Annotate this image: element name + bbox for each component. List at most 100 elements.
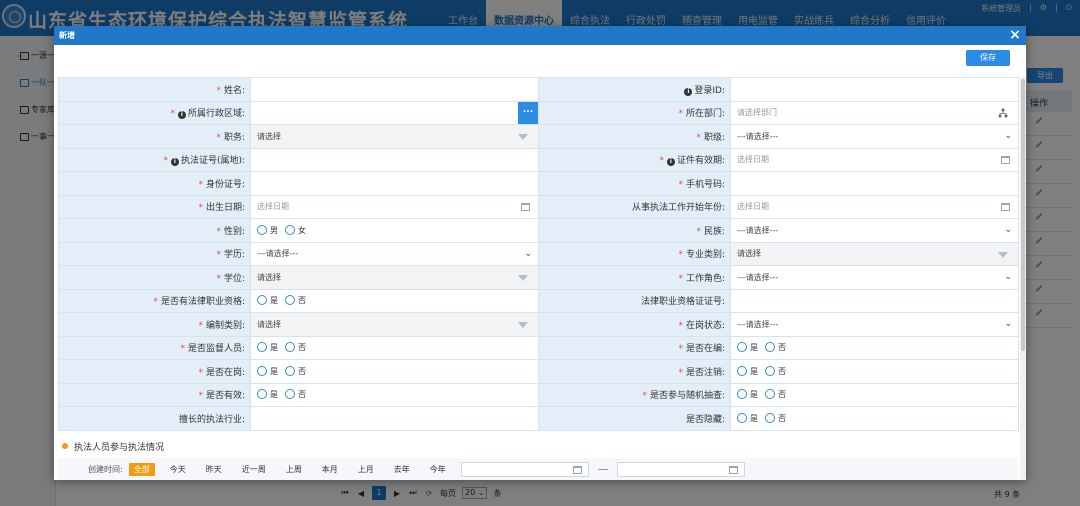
radio-option[interactable]: 女 xyxy=(285,224,306,236)
radio-option[interactable]: 是 xyxy=(737,365,758,377)
select-field[interactable]: 请选择 xyxy=(730,241,1019,266)
text-field[interactable] xyxy=(250,171,539,196)
radio-circle-icon[interactable] xyxy=(765,365,775,376)
radio-circle-icon[interactable] xyxy=(257,365,267,376)
end-date-input[interactable] xyxy=(616,461,745,477)
radio-circle-icon[interactable] xyxy=(737,342,747,353)
filter-chip[interactable]: 本月 xyxy=(317,463,343,476)
org-tree-icon[interactable] xyxy=(998,108,1008,118)
radio-option[interactable]: 是 xyxy=(737,412,758,424)
info-icon[interactable]: i xyxy=(170,158,179,167)
chevron-down-icon[interactable]: ⌄ xyxy=(1004,319,1012,329)
calendar-icon[interactable] xyxy=(521,202,530,211)
radio-circle-icon[interactable] xyxy=(285,342,295,353)
dropdown-triangle-icon[interactable] xyxy=(998,251,1008,258)
text-field[interactable] xyxy=(250,147,539,172)
save-button[interactable]: 保存 xyxy=(966,50,1010,66)
date-field[interactable]: 选择日期 xyxy=(730,194,1019,219)
radio-option[interactable]: 否 xyxy=(765,389,786,400)
filter-chip[interactable]: 上周 xyxy=(281,463,307,476)
dropdown-triangle-icon[interactable] xyxy=(518,134,528,140)
radio-circle-icon[interactable] xyxy=(285,365,295,376)
calendar-icon[interactable] xyxy=(728,465,738,474)
radio-circle-icon[interactable] xyxy=(257,342,267,353)
date-field[interactable]: 选择日期 xyxy=(730,147,1019,172)
dialog-scrollbar[interactable] xyxy=(1020,77,1026,480)
radio-circle-icon[interactable] xyxy=(765,412,775,423)
filter-chip[interactable]: 去年 xyxy=(389,463,415,476)
radio-circle-icon[interactable] xyxy=(765,389,775,400)
radio-circle-icon[interactable] xyxy=(737,412,747,423)
radio-option[interactable]: 否 xyxy=(285,342,306,353)
start-date-input[interactable] xyxy=(460,461,589,477)
radio-circle-icon[interactable] xyxy=(285,389,295,400)
radio-circle-icon[interactable] xyxy=(257,295,267,306)
select-field[interactable]: ---请选择--- ⌄ xyxy=(730,312,1019,337)
text-field[interactable] xyxy=(730,288,1019,313)
department-picker-field[interactable]: 请选择部门 xyxy=(730,100,1019,125)
calendar-icon[interactable] xyxy=(1001,202,1010,211)
radio-option[interactable]: 否 xyxy=(765,342,786,353)
required-marker: * xyxy=(678,344,683,355)
radio-option[interactable]: 是 xyxy=(257,342,278,353)
select-field[interactable]: 请选择 xyxy=(250,124,539,149)
radio-option[interactable]: 否 xyxy=(285,295,306,306)
select-field[interactable]: 请选择 xyxy=(250,312,539,337)
info-icon[interactable]: i xyxy=(684,87,693,96)
field-label: * i 证件有效期: xyxy=(538,147,731,172)
filter-chip[interactable]: 昨天 xyxy=(201,463,227,476)
date-field[interactable]: 选择日期 xyxy=(250,194,539,219)
field-label-text: 出生日期: xyxy=(205,203,245,214)
scrollbar-thumb[interactable] xyxy=(1021,79,1025,351)
select-field[interactable]: ---请选择--- ⌄ xyxy=(250,241,539,266)
select-field[interactable]: ---请选择--- ⌄ xyxy=(730,124,1019,149)
info-icon[interactable]: i xyxy=(177,111,186,120)
filter-chip[interactable]: 上月 xyxy=(353,463,379,476)
required-marker: * xyxy=(163,156,168,167)
radio-option[interactable]: 否 xyxy=(765,365,786,377)
radio-option[interactable]: 是 xyxy=(737,342,758,353)
filter-chip[interactable]: 今年 xyxy=(425,463,451,476)
text-field[interactable] xyxy=(250,406,539,431)
text-field[interactable] xyxy=(250,77,539,102)
chevron-down-icon[interactable]: ⌄ xyxy=(1004,225,1012,235)
filter-chip[interactable]: 今天 xyxy=(165,463,191,476)
select-field[interactable]: 请选择 xyxy=(250,265,539,290)
text-field[interactable] xyxy=(730,171,1019,196)
radio-option[interactable]: 否 xyxy=(285,389,306,400)
chevron-down-icon[interactable]: ⌄ xyxy=(1004,131,1012,141)
radio-circle-icon[interactable] xyxy=(765,342,775,353)
close-icon[interactable]: × xyxy=(1008,26,1022,44)
chevron-down-icon[interactable]: ⌄ xyxy=(524,249,532,259)
radio-circle-icon[interactable] xyxy=(737,389,747,400)
field-label: * 是否参与随机抽查: xyxy=(538,382,731,407)
region-picker-field[interactable]: ... xyxy=(250,100,539,125)
radio-circle-icon[interactable] xyxy=(257,224,267,235)
required-marker: * xyxy=(678,109,683,120)
radio-circle-icon[interactable] xyxy=(285,224,295,235)
filter-chip[interactable]: 近一周 xyxy=(237,463,271,476)
region-picker-button[interactable]: ... xyxy=(518,101,538,124)
radio-option[interactable]: 男 xyxy=(257,224,278,236)
filter-chip[interactable]: 全部 xyxy=(128,462,155,476)
dropdown-triangle-icon[interactable] xyxy=(518,322,528,328)
radio-option[interactable]: 是 xyxy=(257,295,278,306)
radio-circle-icon[interactable] xyxy=(257,389,267,400)
dropdown-triangle-icon[interactable] xyxy=(518,275,528,281)
info-icon[interactable]: i xyxy=(666,158,675,167)
radio-option[interactable]: 是 xyxy=(257,365,278,377)
radio-group: 是否 xyxy=(730,359,1019,384)
calendar-icon[interactable] xyxy=(1001,155,1010,164)
radio-option[interactable]: 否 xyxy=(765,412,786,424)
select-field[interactable]: ---请选择--- ⌄ xyxy=(730,265,1019,290)
radio-option[interactable]: 否 xyxy=(285,365,306,377)
chevron-down-icon[interactable]: ⌄ xyxy=(1004,272,1012,282)
radio-circle-icon[interactable] xyxy=(285,295,295,306)
calendar-icon[interactable] xyxy=(572,465,582,474)
radio-circle-icon[interactable] xyxy=(737,365,747,376)
select-field[interactable]: ---请选择--- ⌄ xyxy=(730,218,1019,243)
radio-option[interactable]: 是 xyxy=(737,389,758,400)
radio-option[interactable]: 是 xyxy=(257,389,278,400)
date-filter-bar: 创建时间: 全部 今天 昨天 近一周 上周 本月 上月 去年 今年 xyxy=(58,458,1018,480)
text-field[interactable] xyxy=(730,77,1019,102)
